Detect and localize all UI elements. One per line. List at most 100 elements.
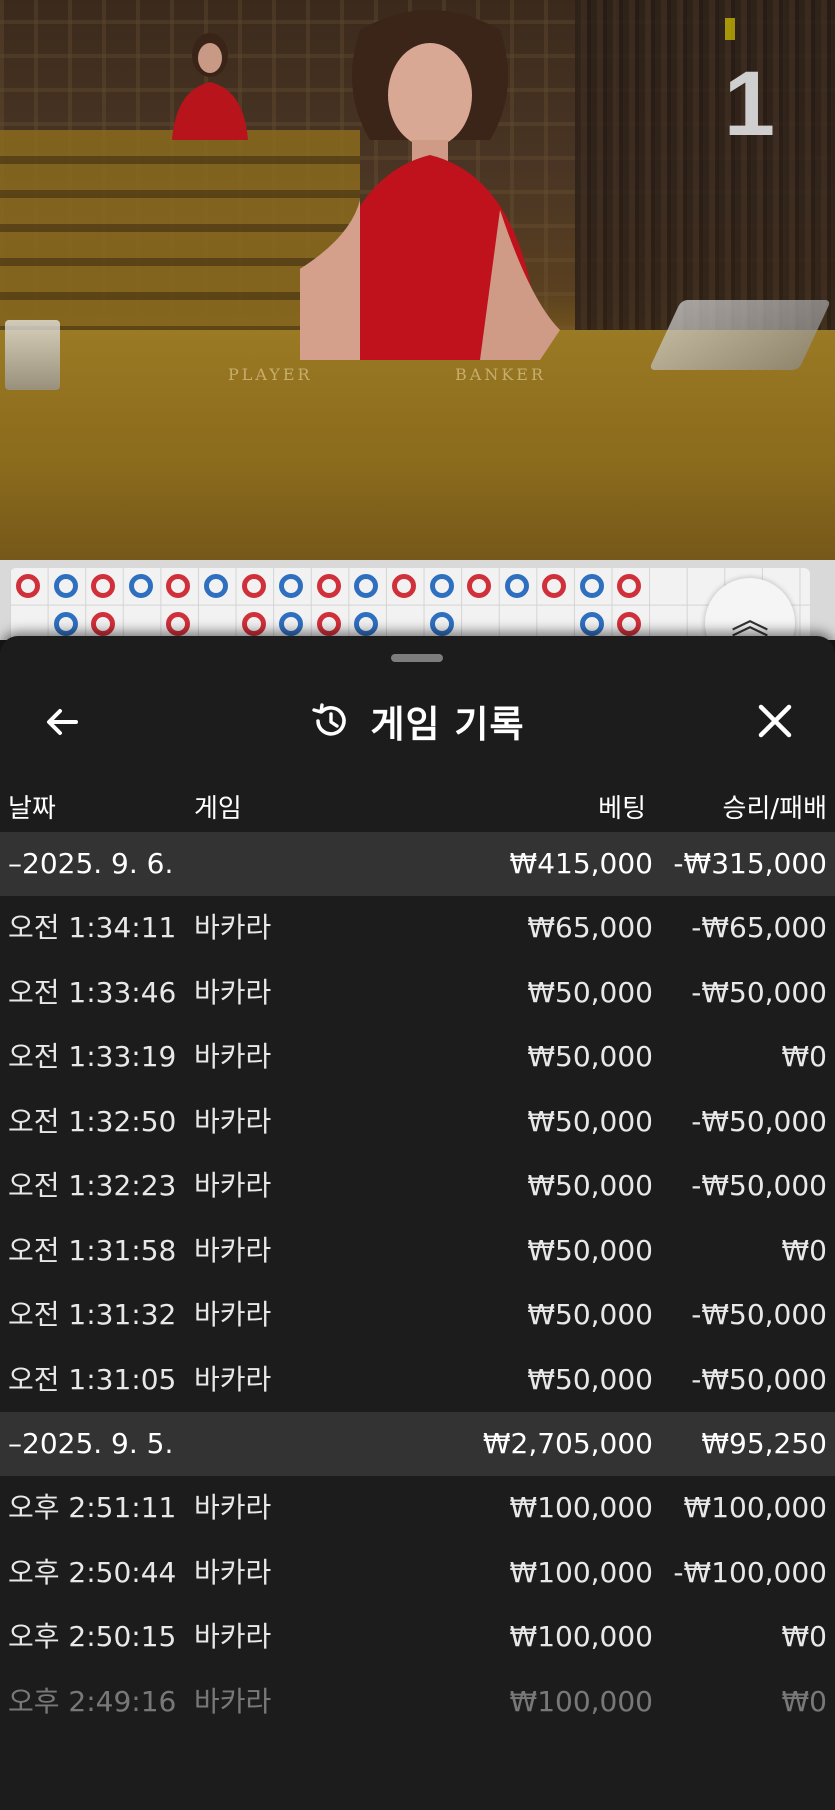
row-time: 오전 1:31:32 — [8, 1298, 177, 1331]
history-row[interactable]: 오전 1:32:23 바카라 ₩50,000 -₩50,000 — [0, 1154, 835, 1219]
row-result: ₩0 — [781, 1040, 828, 1073]
round-badge — [725, 18, 735, 40]
row-result: -₩50,000 — [691, 1362, 827, 1396]
row-time: 오후 2:50:44 — [8, 1555, 177, 1589]
history-row[interactable]: 오전 1:34:11 바카라 ₩65,000 -₩65,000 — [0, 896, 835, 961]
history-clock-icon — [312, 703, 347, 736]
history-row[interactable]: 오전 1:31:05 바카라 ₩50,000 -₩50,000 — [0, 1348, 835, 1413]
bead-player — [430, 612, 454, 636]
row-game: 바카라 — [194, 1233, 272, 1267]
history-row[interactable]: 오전 1:31:58 바카라 ₩50,000 ₩0 — [0, 1219, 835, 1284]
row-bet: ₩100,000 — [509, 1620, 653, 1653]
bead-banker — [317, 574, 341, 598]
row-bet: ₩65,000 — [527, 911, 653, 944]
background-dealer — [172, 33, 248, 140]
bead-road-strip: ︽ — [0, 560, 835, 668]
bead-banker — [242, 574, 266, 598]
sheet-title: 게임 기록 — [370, 703, 525, 746]
bead-player — [505, 574, 529, 598]
row-time: 오전 1:32:50 — [8, 1104, 177, 1138]
bead-player — [580, 612, 604, 636]
row-bet: ₩100,000 — [509, 1555, 653, 1589]
bead-banker — [166, 574, 190, 598]
date-group-header[interactable]: –2025. 9. 5. ₩2,705,000 ₩95,250 — [0, 1412, 835, 1476]
row-bet: ₩100,000 — [509, 1684, 653, 1718]
row-result: ₩0 — [781, 1684, 828, 1718]
row-result: -₩50,000 — [691, 1104, 827, 1138]
row-game: 바카라 — [194, 1104, 272, 1138]
row-time: 오후 2:51:11 — [8, 1491, 177, 1524]
bead-banker — [542, 574, 566, 598]
sheet-header: 게임 기록 — [0, 676, 835, 766]
row-game: 바카라 — [194, 1298, 272, 1331]
row-game: 바카라 — [194, 1040, 272, 1073]
row-result: -₩50,000 — [691, 1169, 827, 1202]
group-date: –2025. 9. 5. — [8, 1427, 174, 1460]
bead-banker — [166, 612, 190, 636]
bead-player — [354, 612, 378, 636]
row-time: 오전 1:33:46 — [8, 975, 177, 1009]
history-row[interactable]: 오전 1:33:19 바카라 ₩50,000 ₩0 — [0, 1025, 835, 1090]
column-header-date: 날짜 — [8, 794, 56, 824]
table-label-player: PLAYER — [228, 365, 313, 384]
group-total-result: -₩315,000 — [673, 847, 827, 880]
history-row[interactable]: 오전 1:33:46 바카라 ₩50,000 -₩50,000 — [0, 961, 835, 1026]
bead-banker — [91, 574, 115, 598]
bead-banker — [317, 612, 341, 636]
round-number: 1 — [723, 53, 775, 155]
dealer — [300, 10, 560, 360]
row-time: 오전 1:31:05 — [8, 1362, 177, 1396]
row-time: 오후 2:50:15 — [8, 1620, 177, 1653]
group-total-bet: ₩415,000 — [509, 847, 653, 880]
history-row[interactable]: 오후 2:50:44 바카라 ₩100,000 -₩100,000 — [0, 1541, 835, 1606]
column-header-game: 게임 — [194, 794, 242, 824]
bead-player — [129, 574, 153, 598]
row-result: -₩65,000 — [691, 911, 827, 944]
row-time: 오전 1:31:58 — [8, 1233, 177, 1267]
group-date: –2025. 9. 6. — [8, 847, 174, 880]
bead-player — [204, 574, 228, 598]
history-row[interactable]: 오후 2:50:15 바카라 ₩100,000 ₩0 — [0, 1605, 835, 1670]
row-bet: ₩50,000 — [527, 1298, 653, 1331]
row-time: 오전 1:33:19 — [8, 1040, 177, 1073]
row-game: 바카라 — [194, 1362, 272, 1396]
history-row[interactable]: 오후 2:51:11 바카라 ₩100,000 ₩100,000 — [0, 1476, 835, 1541]
row-bet: ₩50,000 — [527, 1169, 653, 1202]
history-row[interactable]: 오후 2:49:16 바카라 ₩100,000 ₩0 — [0, 1670, 835, 1735]
row-time: 오후 2:49:16 — [8, 1684, 177, 1718]
close-button[interactable] — [747, 692, 803, 748]
row-game: 바카라 — [194, 1684, 272, 1718]
row-result: -₩50,000 — [691, 1298, 827, 1331]
group-total-bet: ₩2,705,000 — [482, 1427, 653, 1460]
bead-road[interactable] — [10, 568, 810, 640]
row-result: ₩0 — [781, 1233, 828, 1267]
row-result: -₩50,000 — [691, 975, 827, 1009]
row-time: 오전 1:34:11 — [8, 911, 177, 944]
bead-banker — [16, 574, 40, 598]
row-game: 바카라 — [194, 1620, 272, 1653]
sheet-title-group: 게임 기록 — [0, 676, 835, 766]
row-game: 바카라 — [194, 975, 272, 1009]
bead-player — [430, 574, 454, 598]
bead-banker — [91, 612, 115, 636]
bead-player — [354, 574, 378, 598]
table-label-banker: BANKER — [455, 365, 546, 384]
column-header-result: 승리/패배 — [722, 794, 827, 824]
card-shoe-left — [5, 320, 60, 390]
bead-banker — [617, 574, 641, 598]
row-bet: ₩50,000 — [527, 1040, 653, 1073]
row-game: 바카라 — [194, 911, 272, 944]
bead-player — [54, 574, 78, 598]
row-time: 오전 1:32:23 — [8, 1169, 177, 1202]
live-video-feed: PLAYER BANKER 1 — [0, 0, 835, 560]
bead-banker — [242, 612, 266, 636]
row-game: 바카라 — [194, 1491, 272, 1524]
sheet-drag-handle[interactable] — [391, 654, 443, 662]
bead-player — [54, 612, 78, 636]
history-row[interactable]: 오전 1:32:50 바카라 ₩50,000 -₩50,000 — [0, 1090, 835, 1155]
date-group-header[interactable]: –2025. 9. 6. ₩415,000 -₩315,000 — [0, 832, 835, 896]
row-bet: ₩50,000 — [527, 1104, 653, 1138]
bead-banker — [617, 612, 641, 636]
group-total-result: ₩95,250 — [701, 1427, 827, 1460]
history-row[interactable]: 오전 1:31:32 바카라 ₩50,000 -₩50,000 — [0, 1283, 835, 1348]
